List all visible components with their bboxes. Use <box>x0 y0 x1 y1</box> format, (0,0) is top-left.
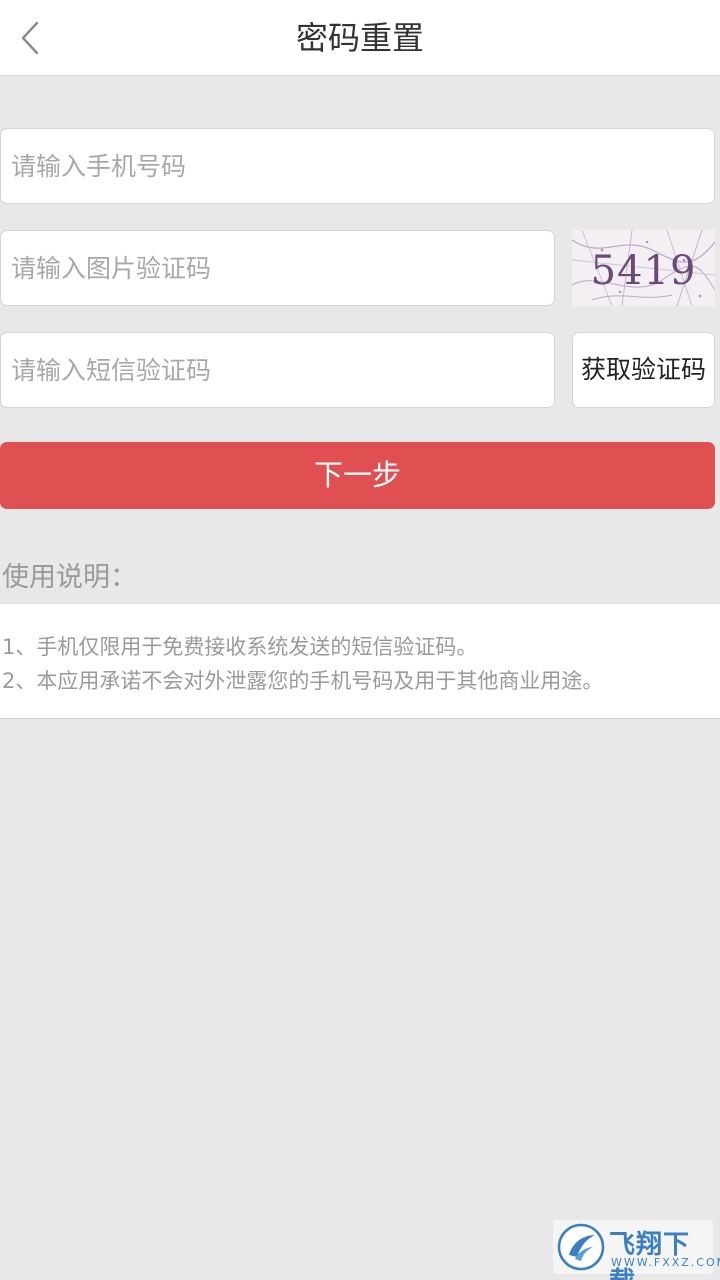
image-code-input[interactable] <box>1 231 554 305</box>
sms-code-field[interactable] <box>0 332 555 408</box>
back-button[interactable] <box>0 0 60 76</box>
page-title: 密码重置 <box>295 19 424 57</box>
watermark-text: 飞翔下载 <box>609 1230 691 1280</box>
phone-field[interactable] <box>0 128 715 204</box>
image-code-field[interactable] <box>0 230 555 306</box>
get-sms-code-button[interactable]: 获取验证码 <box>572 332 715 408</box>
watermark: 飞翔下载 WWW.FXXZ.COM <box>553 1220 720 1280</box>
chevron-left-icon <box>21 21 39 55</box>
watermark-logo-icon <box>557 1223 605 1271</box>
next-button[interactable]: 下一步 <box>0 442 715 509</box>
top-bar: 密码重置 <box>0 0 720 76</box>
captcha-text: 5419 <box>590 248 697 294</box>
captcha-image[interactable]: 5419 <box>572 230 715 306</box>
usage-title: 使用说明： <box>2 562 137 593</box>
usage-box: 1、手机仅限用于免费接收系统发送的短信验证码。 2、本应用承诺不会对外泄露您的手… <box>0 603 720 719</box>
phone-input[interactable] <box>1 129 714 203</box>
sms-code-input[interactable] <box>1 333 554 407</box>
watermark-sub: WWW.FXXZ.COM <box>611 1256 720 1269</box>
usage-line: 1、手机仅限用于免费接收系统发送的短信验证码。 <box>2 635 478 659</box>
usage-line: 2、本应用承诺不会对外泄露您的手机号码及用于其他商业用途。 <box>2 669 604 693</box>
